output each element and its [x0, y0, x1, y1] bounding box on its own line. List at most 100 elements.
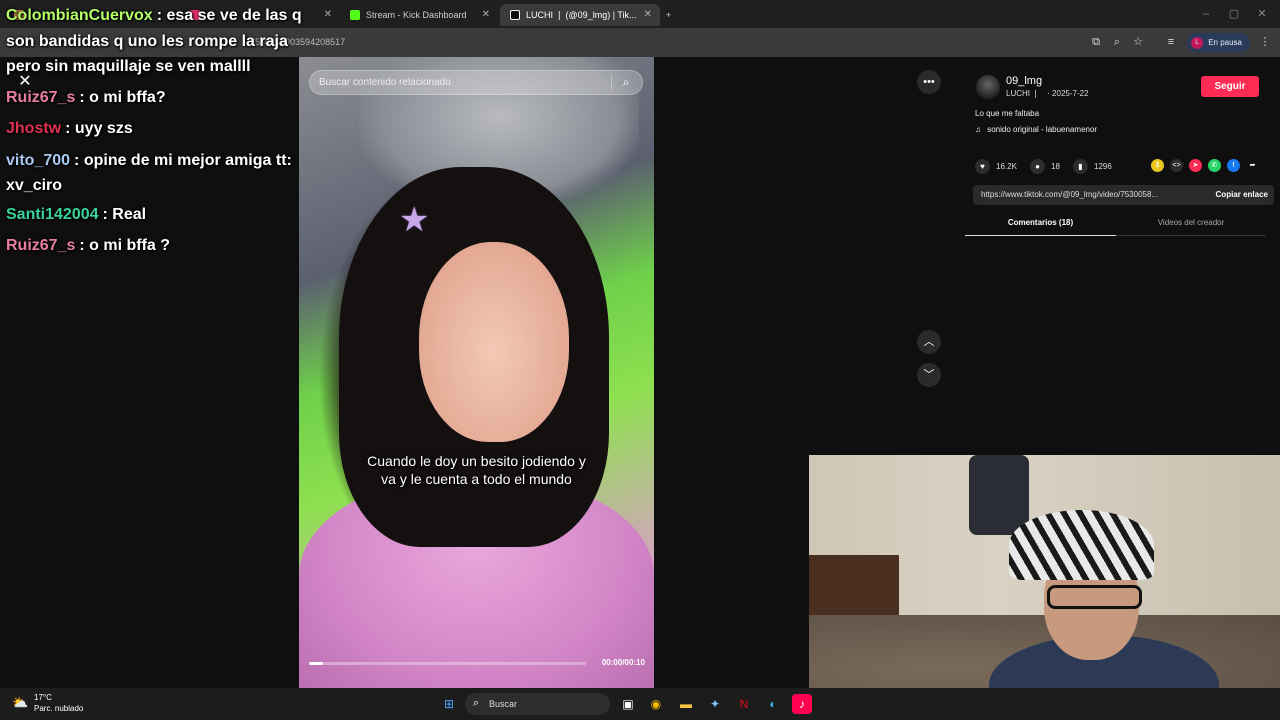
close-tab-icon[interactable]: ✕: [482, 9, 490, 20]
chat-text: pero sin maquillaje se ven mallll: [6, 58, 251, 75]
zoom-icon[interactable]: ⌕: [1111, 36, 1123, 48]
comment-icon: ●: [1030, 159, 1045, 174]
chat-text: : o mi bffa ?: [79, 237, 171, 254]
weather-widget[interactable]: ⛅ 17°C Parc. nublado: [12, 692, 83, 714]
chat-message: vito_700: opine de mi mejor amiga tt:: [6, 151, 292, 171]
chat-message: son bandidas q uno les rompe la raja: [6, 32, 288, 52]
tiktok-taskbar-icon[interactable]: ♪: [792, 694, 812, 714]
close-window-icon[interactable]: ✕: [1256, 8, 1268, 20]
tiktok-icon: [510, 10, 520, 20]
chat-message: Santi142004: Real: [6, 205, 146, 225]
video-description: Lo que me faltaba: [975, 109, 1040, 118]
task-view-icon[interactable]: ▣: [618, 694, 638, 714]
video-progress-fill: [309, 662, 323, 665]
chevron-down-icon: ﹀: [923, 369, 935, 381]
send-icon[interactable]: ➤: [1189, 159, 1202, 172]
facebook-icon[interactable]: f: [1227, 159, 1240, 172]
author-username[interactable]: 09_lmg: [1006, 75, 1042, 87]
chat-username[interactable]: Ruiz67_s: [6, 237, 75, 254]
profile-status: En pausa: [1208, 38, 1242, 47]
profile-button[interactable]: L En pausa: [1187, 33, 1250, 52]
embed-icon[interactable]: <>: [1170, 159, 1183, 172]
cloud-sun-icon: ⛅: [12, 695, 29, 710]
comment-count: 18: [1051, 162, 1060, 171]
video-link-box: https://www.tiktok.com/@09_lmg/video/753…: [973, 185, 1274, 205]
netflix-icon[interactable]: N: [734, 694, 754, 714]
video-time: 00:00/00:10: [601, 658, 645, 667]
search-icon: ⌕: [473, 697, 480, 709]
minimize-icon[interactable]: –: [1200, 8, 1212, 20]
weather-condition: Parc. nublado: [34, 704, 84, 713]
close-tab-icon[interactable]: ✕: [324, 9, 332, 20]
search-divider: [611, 75, 612, 91]
post-date: · 2025-7-22: [1047, 89, 1089, 98]
like-button[interactable]: ♥ 16.2K: [975, 159, 1017, 174]
kick-icon: [350, 10, 360, 20]
edge-icon[interactable]: ◐: [763, 694, 783, 714]
start-windows-icon[interactable]: ⊞: [439, 694, 459, 714]
chat-username[interactable]: ColombianCuervox: [6, 7, 153, 24]
video-player[interactable]: ★ Buscar contenido relacionado ⌕ Cuando …: [299, 57, 654, 688]
chat-text: : esa se ve de las q: [156, 7, 302, 24]
tab-search-icon[interactable]: ≡: [1165, 36, 1177, 48]
browser-tab-tiktok[interactable]: LUCHI ❘ (@09_lmg) | Tik... ✕: [500, 4, 660, 26]
chat-message: ColombianCuervox: esa se ve de las q: [6, 6, 302, 26]
video-caption: Cuando le doy un besito jodiendo y va y …: [367, 453, 586, 487]
video-progress-bar[interactable]: [309, 662, 586, 665]
chat-message: Ruiz67_s: o mi bffa?: [6, 88, 166, 108]
save-count: 1296: [1094, 162, 1112, 171]
chat-username[interactable]: Ruiz67_s: [6, 89, 75, 106]
new-tab-button[interactable]: +: [662, 4, 682, 26]
maximize-icon[interactable]: ▢: [1228, 8, 1240, 20]
video-sound[interactable]: ♫ sonido original - labuenamenor: [975, 125, 1097, 134]
whatsapp-icon[interactable]: ✆: [1208, 159, 1221, 172]
streamer-cap: [1009, 510, 1154, 580]
chat-message: Jhostw: uyy szs: [6, 119, 133, 139]
taskbar-search[interactable]: ⌕ Buscar: [465, 693, 610, 715]
chat-username[interactable]: Santi142004: [6, 206, 99, 223]
next-video-button[interactable]: ﹀: [917, 363, 941, 387]
author-display-name: LUCHI ❘: [1006, 89, 1039, 98]
like-count: 16.2K: [996, 162, 1017, 171]
search-placeholder: Buscar contenido relacionado: [319, 77, 451, 88]
cast-icon[interactable]: ⧉: [1090, 36, 1102, 48]
file-explorer-icon[interactable]: ▬: [676, 694, 696, 714]
video-info-panel: 09_lmg LUCHI ❘ · 2025-7-22 Seguir Lo que…: [960, 57, 1280, 257]
follow-button[interactable]: Seguir: [1201, 76, 1259, 97]
heart-icon: ♥: [975, 159, 990, 174]
streamer-glasses: [1047, 585, 1142, 609]
author-subline: LUCHI ❘ · 2025-7-22: [1006, 89, 1089, 98]
chat-message: Ruiz67_s: o mi bffa ?: [6, 236, 170, 256]
related-search-box[interactable]: Buscar contenido relacionado ⌕: [309, 70, 643, 95]
chat-text: : o mi bffa?: [79, 89, 166, 106]
weather-temp: 17°C: [34, 693, 52, 702]
chat-text: xv_ciro: [6, 177, 63, 194]
menu-kebab-icon[interactable]: ⋮: [1259, 36, 1271, 48]
author-avatar[interactable]: [976, 75, 1000, 99]
previous-video-button[interactable]: ︿: [917, 330, 941, 354]
chat-username[interactable]: vito_700: [6, 152, 70, 169]
coin-icon[interactable]: $: [1151, 159, 1164, 172]
comment-button[interactable]: ● 18: [1030, 159, 1060, 174]
chat-text: : opine de mi mejor amiga tt:: [74, 152, 292, 169]
close-tab-icon[interactable]: ✕: [644, 9, 652, 20]
copilot-icon[interactable]: ✦: [705, 694, 725, 714]
more-options-button[interactable]: •••: [917, 70, 941, 94]
music-note-icon: ♫: [975, 125, 981, 134]
save-button[interactable]: ▮ 1296: [1073, 159, 1112, 174]
webcam-overlay: [809, 455, 1280, 720]
video-link-url[interactable]: https://www.tiktok.com/@09_lmg/video/753…: [981, 190, 1191, 199]
chrome-icon[interactable]: ◉: [646, 694, 666, 714]
video-subject-face: [419, 242, 569, 442]
tab-creator-videos[interactable]: Videos del creador: [1116, 212, 1266, 236]
bookmark-icon: ▮: [1073, 159, 1088, 174]
chat-username[interactable]: Jhostw: [6, 120, 61, 137]
copy-link-button[interactable]: Copiar enlace: [1216, 190, 1268, 199]
streamer: [959, 495, 1219, 720]
browser-tab-kick[interactable]: Stream - Kick Dashboard ✕: [340, 4, 498, 26]
plus-icon: +: [666, 10, 672, 20]
tab-comments[interactable]: Comentarios (18): [965, 212, 1116, 236]
search-icon[interactable]: ⌕: [618, 75, 634, 91]
bookmark-star-icon[interactable]: ☆: [1132, 36, 1144, 48]
share-arrow-icon[interactable]: ➦: [1246, 159, 1259, 172]
